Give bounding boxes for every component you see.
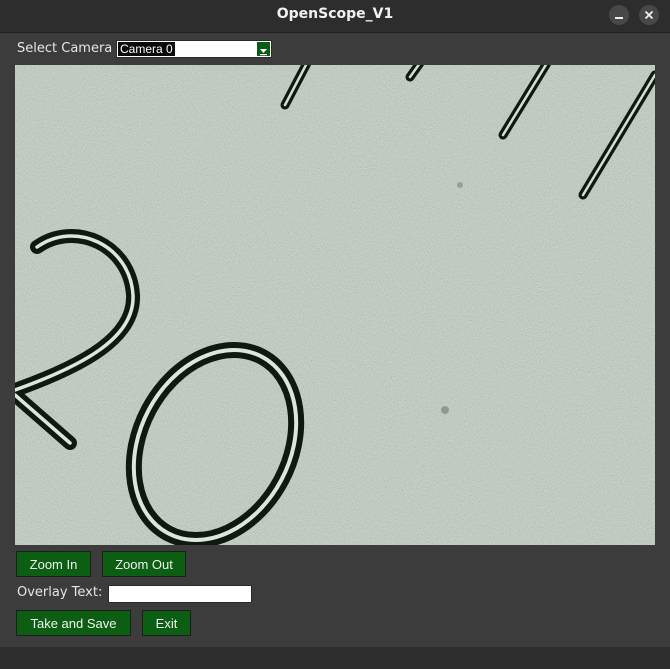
camera-preview [15, 65, 655, 545]
close-icon [644, 10, 654, 20]
zoom-out-button[interactable]: Zoom Out [102, 551, 186, 577]
exit-button[interactable]: Exit [142, 610, 191, 636]
select-camera-label: Select Camera [17, 41, 113, 56]
close-button[interactable] [639, 5, 659, 25]
title-bar: OpenScope_V1 [0, 0, 670, 33]
bottom-bar [0, 647, 670, 669]
chevron-down-icon[interactable] [257, 42, 270, 56]
camera-feed-image [15, 65, 655, 545]
minimize-icon [615, 17, 623, 19]
camera-select[interactable]: Camera 0 [116, 40, 272, 58]
overlay-text-input[interactable] [108, 585, 252, 603]
take-and-save-button[interactable]: Take and Save [16, 610, 131, 636]
window-title: OpenScope_V1 [276, 6, 394, 22]
minimize-button[interactable] [609, 5, 629, 25]
camera-select-value: Camera 0 [118, 42, 175, 56]
overlay-text-label: Overlay Text: [17, 585, 103, 600]
zoom-in-button[interactable]: Zoom In [16, 551, 91, 577]
